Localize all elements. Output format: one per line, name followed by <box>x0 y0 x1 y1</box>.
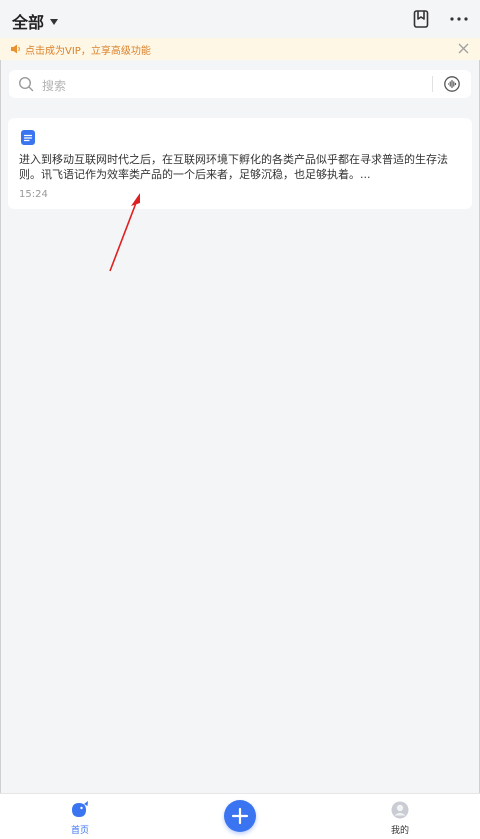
plus-icon <box>231 807 249 825</box>
search-icon <box>18 76 34 92</box>
voice-input-icon[interactable] <box>443 75 461 93</box>
home-icon <box>72 801 88 817</box>
note-preview-text: 进入到移动互联网时代之后，在互联网环境下孵化的各类产品似乎都在寻求普适的生存法则… <box>19 153 448 181</box>
category-filter-label: 全部 <box>12 13 45 32</box>
avatar-icon <box>391 801 409 819</box>
nav-mine[interactable]: 我的 <box>375 800 425 836</box>
note-card[interactable]: 进入到移动互联网时代之后，在互联网环境下孵化的各类产品似乎都在寻求普适的生存法则… <box>8 118 472 209</box>
speaker-icon <box>11 44 20 54</box>
note-timestamp: 15:24 <box>19 189 48 200</box>
search-input[interactable]: 搜索 <box>42 77 66 94</box>
vip-promo-text: 点击成为VIP，立享高级功能 <box>25 46 151 57</box>
nav-mine-label: 我的 <box>390 826 409 836</box>
category-filter-dropdown[interactable]: 全部 <box>12 9 59 33</box>
close-icon[interactable] <box>457 42 470 55</box>
vip-promo-banner[interactable]: 点击成为VIP，立享高级功能 <box>0 38 480 60</box>
chevron-down-icon <box>50 19 59 25</box>
add-note-button[interactable] <box>224 800 256 832</box>
search-divider <box>432 76 433 92</box>
nav-home-label: 首页 <box>70 826 89 836</box>
bookmark-icon[interactable] <box>411 9 431 29</box>
more-icon[interactable] <box>449 9 469 29</box>
document-icon <box>21 130 35 145</box>
nav-home[interactable]: 首页 <box>55 800 105 836</box>
top-bar: 全部 <box>0 0 480 38</box>
search-bar[interactable]: 搜索 <box>9 70 471 98</box>
